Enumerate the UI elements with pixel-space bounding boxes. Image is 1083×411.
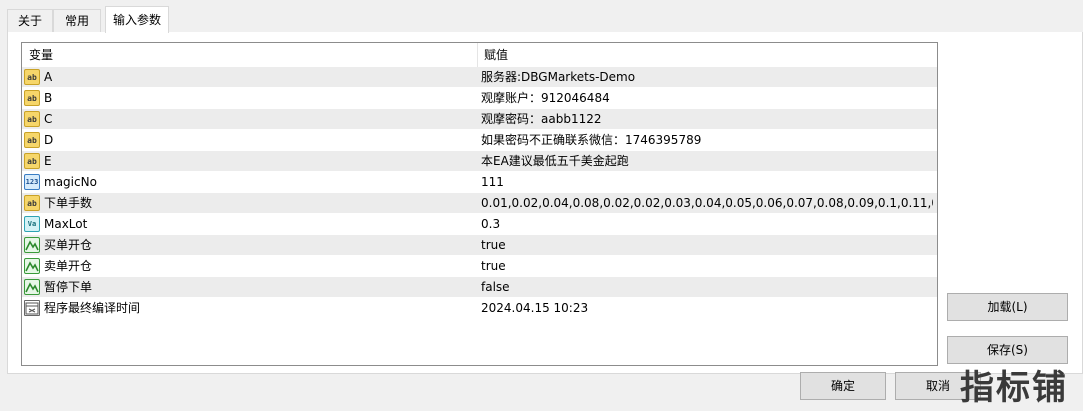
- table-row[interactable]: 123 magicNo 111: [22, 172, 937, 193]
- inputs-table: 变量 赋值 ab A 服务器:DBGMarkets-Demo ab B 观摩账户：9120…: [21, 42, 938, 366]
- table-row[interactable]: ab B 观摩账户：912046484: [22, 88, 937, 109]
- variable-value[interactable]: false: [481, 277, 933, 298]
- variable-name: C: [44, 112, 53, 126]
- datetime-icon: [24, 300, 40, 316]
- table-row[interactable]: ab C 观摩密码：aabb1122: [22, 109, 937, 130]
- table-row[interactable]: ab E 本EA建议最低五千美金起跑: [22, 151, 937, 172]
- string-icon: ab: [24, 195, 40, 211]
- variable-value[interactable]: 0.01,0.02,0.04,0.08,0.02,0.02,0.03,0.04,…: [481, 193, 933, 214]
- save-button[interactable]: 保存(S): [947, 336, 1068, 364]
- table-row[interactable]: ab A 服务器:DBGMarkets-Demo: [22, 67, 937, 88]
- tab-bar: 关于 常用 输入参数: [0, 0, 1083, 33]
- variable-value[interactable]: 111: [481, 172, 933, 193]
- string-icon: ab: [24, 132, 40, 148]
- variable-value[interactable]: 观摩账户：912046484: [481, 88, 933, 109]
- variable-name: 卖单开仓: [44, 259, 93, 273]
- ok-button[interactable]: 确定: [800, 372, 886, 400]
- table-row[interactable]: ab D 如果密码不正确联系微信：1746395789: [22, 130, 937, 151]
- load-button[interactable]: 加载(L): [947, 293, 1068, 321]
- variable-value[interactable]: true: [481, 235, 933, 256]
- variable-name: D: [44, 133, 54, 147]
- string-icon: ab: [24, 153, 40, 169]
- variable-value[interactable]: 0.3: [481, 214, 933, 235]
- variable-value[interactable]: 观摩密码：aabb1122: [481, 109, 933, 130]
- variable-name: B: [44, 91, 53, 105]
- variable-value[interactable]: true: [481, 256, 933, 277]
- tab-common[interactable]: 常用: [53, 9, 101, 32]
- header-variable[interactable]: 变量: [29, 43, 53, 67]
- variable-value[interactable]: 服务器:DBGMarkets-Demo: [481, 67, 933, 88]
- variable-value[interactable]: 本EA建议最低五千美金起跑: [481, 151, 933, 172]
- table-header: 变量 赋值: [22, 43, 937, 67]
- tab-inputs[interactable]: 输入参数: [105, 6, 169, 33]
- string-icon: ab: [24, 69, 40, 85]
- integer-icon: 123: [24, 174, 40, 190]
- header-value[interactable]: 赋值: [484, 43, 508, 67]
- variable-name: 程序最终编译时间: [44, 301, 141, 315]
- bool-icon: [24, 279, 40, 295]
- table-row[interactable]: 程序最终编译时间 2024.04.15 10:23: [22, 298, 937, 319]
- variable-name: magicNo: [44, 175, 97, 189]
- watermark-logo: 指标铺: [960, 368, 1068, 408]
- tab-about[interactable]: 关于: [7, 9, 53, 32]
- double-icon: Va: [24, 216, 40, 232]
- table-row[interactable]: Va MaxLot 0.3: [22, 214, 937, 235]
- string-icon: ab: [24, 90, 40, 106]
- variable-name: MaxLot: [44, 217, 88, 231]
- string-icon: ab: [24, 111, 40, 127]
- variable-name: 买单开仓: [44, 238, 93, 252]
- variable-name: A: [44, 70, 53, 84]
- bool-icon: [24, 258, 40, 274]
- table-row[interactable]: 暂停下单 false: [22, 277, 937, 298]
- variable-value[interactable]: 如果密码不正确联系微信：1746395789: [481, 130, 933, 151]
- table-row[interactable]: 买单开仓 true: [22, 235, 937, 256]
- variable-name: E: [44, 154, 52, 168]
- variable-name: 暂停下单: [44, 280, 93, 294]
- bool-icon: [24, 237, 40, 253]
- table-row[interactable]: ab 下单手数 0.01,0.02,0.04,0.08,0.02,0.02,0.03…: [22, 193, 937, 214]
- variable-value[interactable]: 2024.04.15 10:23: [481, 298, 933, 319]
- variable-name: 下单手数: [44, 196, 93, 210]
- table-row[interactable]: 卖单开仓 true: [22, 256, 937, 277]
- header-divider[interactable]: [477, 43, 478, 67]
